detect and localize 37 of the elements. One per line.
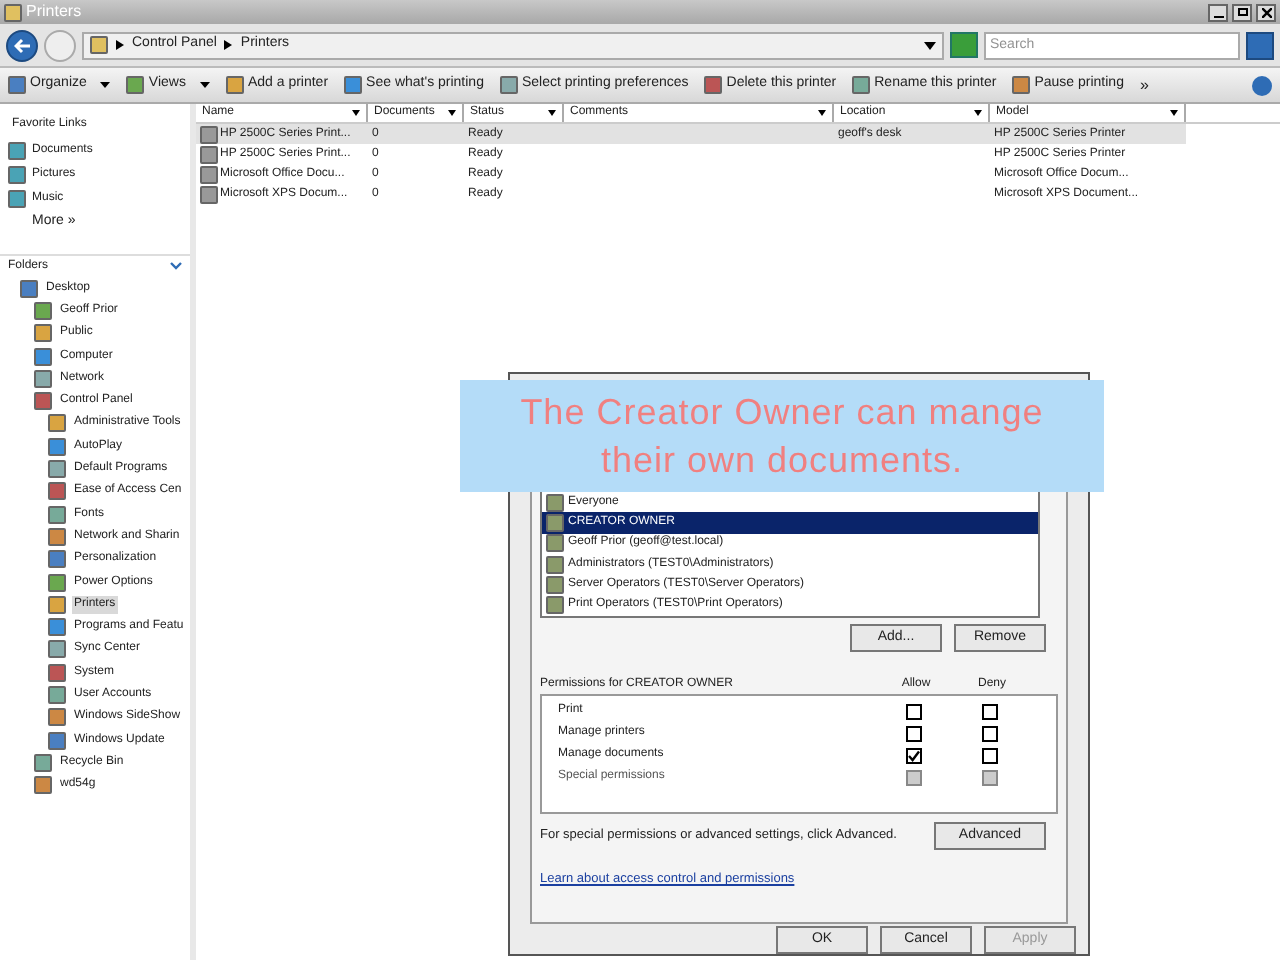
chevron-icon [224, 40, 233, 50]
close-icon [1261, 7, 1271, 17]
dropdown-icon [352, 110, 360, 116]
checkbox[interactable] [982, 703, 998, 719]
toolbar-item-icon [126, 76, 145, 94]
dropdown-icon [548, 110, 556, 116]
dropdown-icon [448, 110, 456, 116]
back-arrow-icon [13, 37, 31, 53]
collapse-icon [170, 262, 182, 270]
checkbox[interactable] [906, 747, 922, 763]
close-button[interactable] [1256, 3, 1276, 21]
toolbar-item-icon [1012, 76, 1031, 94]
dropdown-icon [1170, 110, 1178, 116]
search-button[interactable] [1246, 31, 1274, 59]
toolbar-item-icon [499, 76, 518, 94]
folder-icon [90, 36, 108, 54]
window-title: Printers [26, 0, 84, 24]
toolbar-item-icon [852, 76, 871, 94]
back-button[interactable] [6, 29, 38, 61]
toolbar-item-icon [8, 76, 26, 94]
dropdown-icon [199, 82, 210, 88]
checkbox[interactable] [906, 725, 922, 741]
toolbar-item-icon [344, 76, 363, 94]
checkbox[interactable] [982, 725, 998, 741]
toolbar-item-icon [225, 76, 244, 94]
dropdown-icon [974, 110, 982, 116]
toolbar-item-icon [704, 76, 723, 94]
more-button[interactable]: » [1139, 73, 1149, 97]
chevron-icon [116, 40, 124, 50]
dropdown-icon [924, 41, 936, 49]
checkbox[interactable] [906, 703, 922, 719]
dropdown-icon [818, 110, 826, 116]
minimize-button[interactable] [1208, 3, 1228, 21]
restore-button[interactable] [1232, 3, 1252, 21]
dropdown-icon [100, 82, 111, 88]
caption-text: The Creator Owner can mange their own documents. [518, 390, 1046, 484]
checkbox[interactable] [982, 747, 998, 763]
